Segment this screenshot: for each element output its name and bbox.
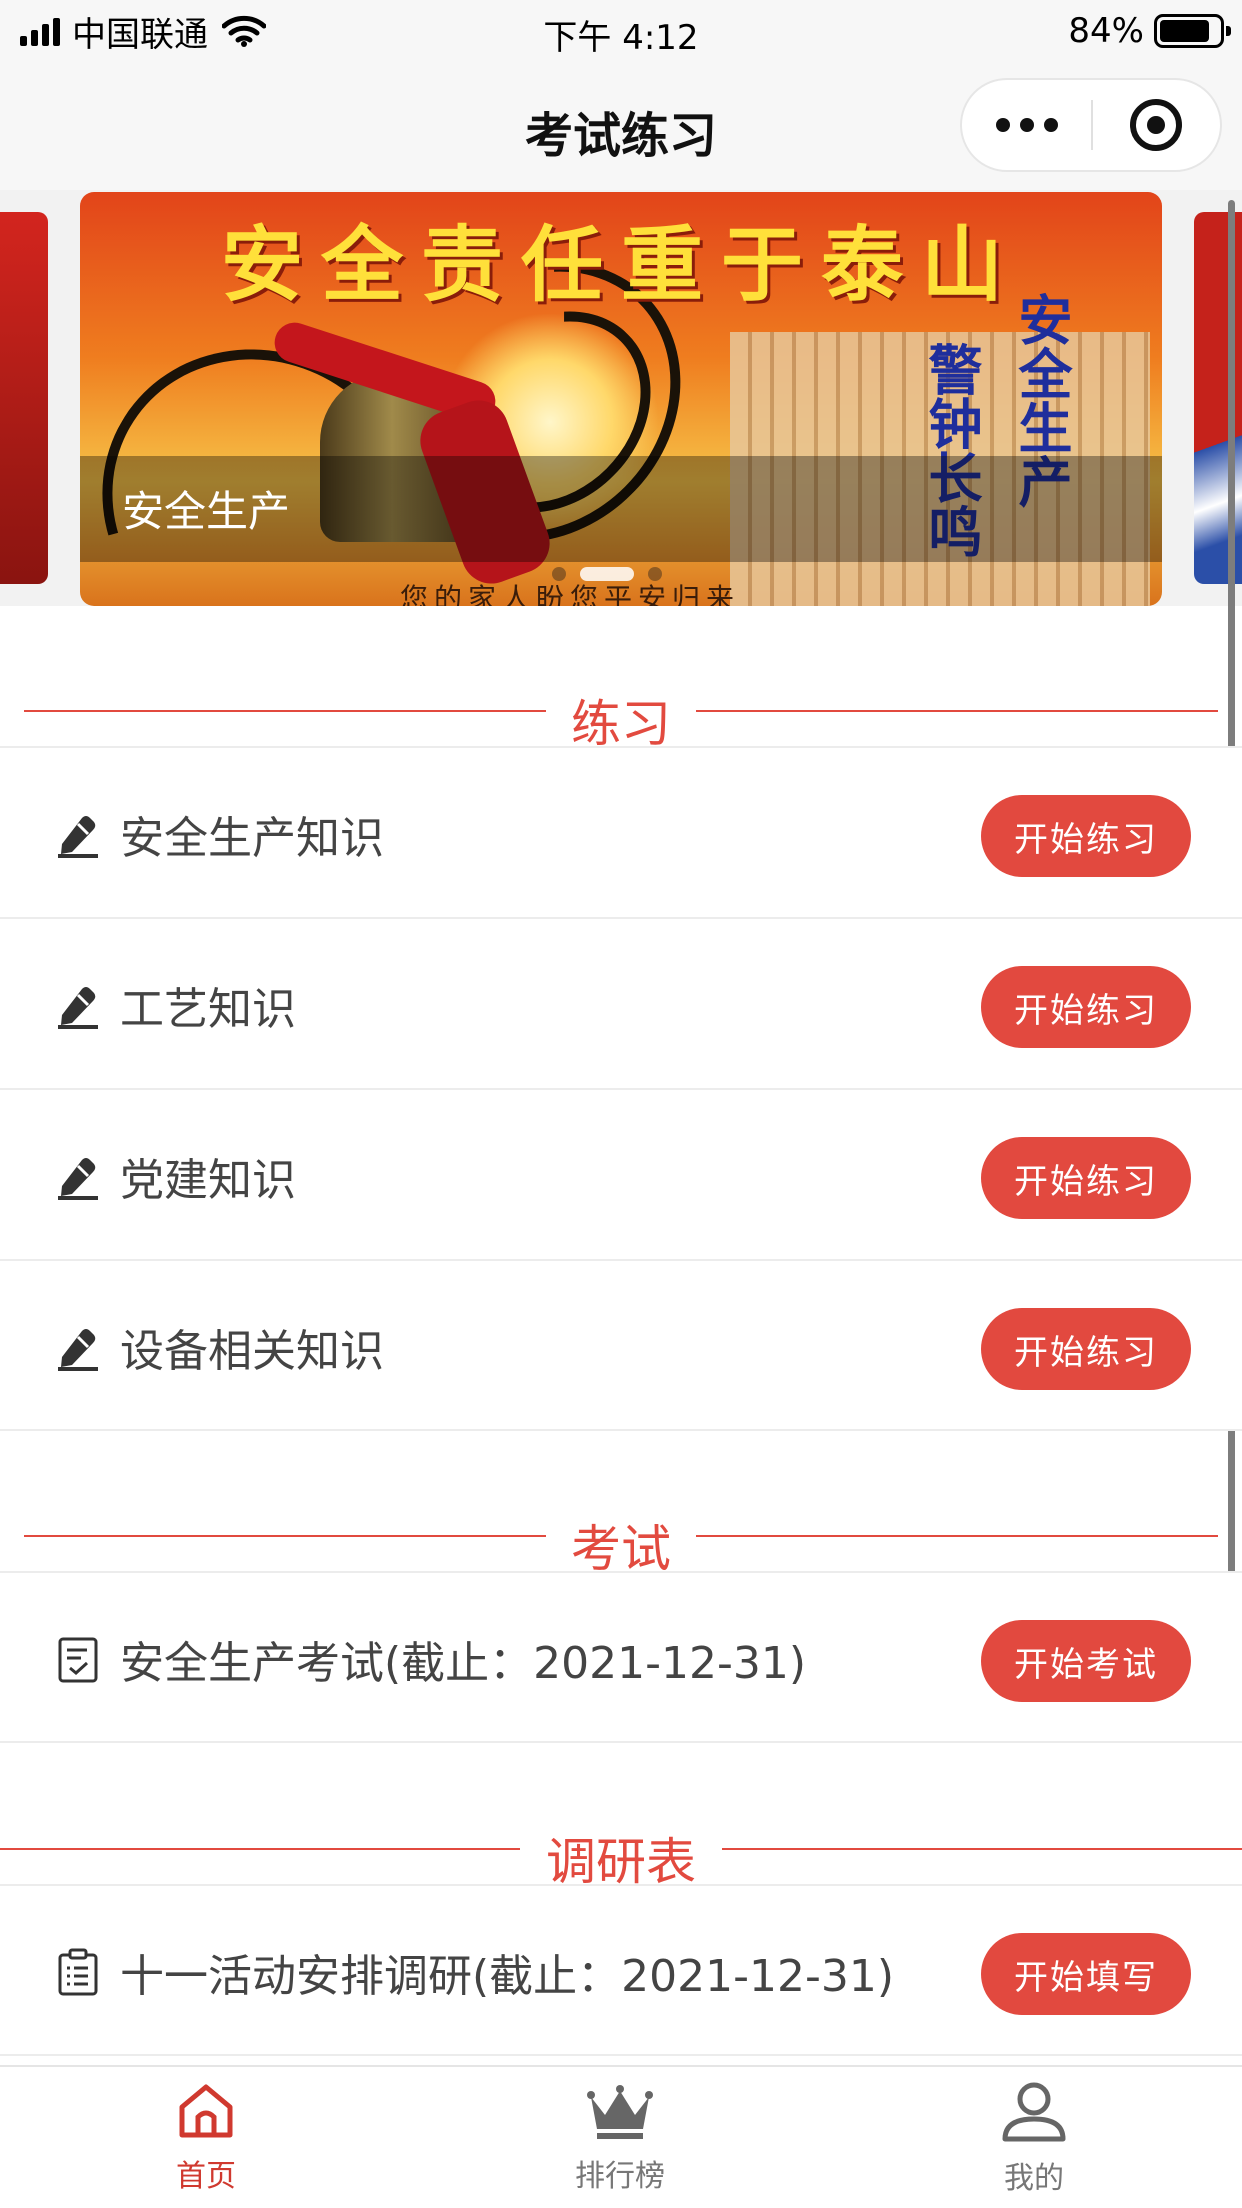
status-right: 84%: [1068, 10, 1231, 52]
start-survey-button[interactable]: 开始填写: [981, 1933, 1191, 2015]
user-icon: [1002, 2082, 1066, 2142]
bottom-tab-bar: 首页 排行榜 我的: [0, 2065, 1242, 2208]
battery-percent: 84%: [1068, 11, 1144, 51]
section-header-exam: 考试: [0, 1505, 1242, 1578]
tab-profile-label: 我的: [1004, 2161, 1064, 2196]
tab-profile[interactable]: 我的: [934, 2081, 1134, 2197]
practice-item-label: 安全生产知识: [120, 813, 384, 864]
home-icon: [179, 2084, 233, 2138]
banner-caption-strip: 安全生产: [80, 456, 1162, 562]
section-header-survey: 调研表: [0, 1818, 1242, 1891]
survey-clipboard-icon: [58, 1948, 98, 1996]
exam-checklist-icon: [58, 1637, 98, 1683]
start-practice-button[interactable]: 开始练习: [981, 795, 1191, 877]
carousel-dot-active[interactable]: [580, 567, 634, 581]
carousel-indicator: [552, 567, 662, 581]
battery-fill: [1160, 20, 1209, 42]
exam-item-label: 安全生产考试(截止：2021-12-31): [120, 1638, 807, 1689]
section-header-practice: 练习: [0, 680, 1242, 753]
more-options-button[interactable]: [962, 118, 1091, 132]
practice-item: 党建知识 开始练习: [0, 1088, 1242, 1260]
banner-slide[interactable]: 安全责任重于泰山 安全生产 警钟长鸣 安全生产 您的家人盼您平安归来: [80, 192, 1162, 606]
start-exam-button[interactable]: 开始考试: [981, 1620, 1191, 1702]
more-dot-icon: [995, 118, 1010, 132]
edit-icon: [58, 987, 98, 1029]
target-icon: [1130, 99, 1183, 151]
practice-item-label: 工艺知识: [120, 984, 296, 1035]
edit-icon: [58, 1329, 98, 1371]
edit-icon: [58, 1158, 98, 1200]
tab-ranking[interactable]: 排行榜: [520, 2081, 720, 2195]
start-practice-button[interactable]: 开始练习: [981, 1308, 1191, 1390]
battery-icon: [1154, 14, 1231, 48]
tab-ranking-label: 排行榜: [575, 2159, 665, 2194]
banner-caption: 安全生产: [122, 487, 291, 536]
edit-icon: [58, 816, 98, 858]
close-miniprogram-button[interactable]: [1093, 99, 1220, 151]
exam-item: 安全生产考试(截止：2021-12-31) 开始考试: [0, 1571, 1242, 1743]
nav-bar: 考试练习: [0, 62, 1242, 190]
status-time: 下午 4:12: [543, 18, 699, 58]
start-practice-button[interactable]: 开始练习: [981, 966, 1191, 1048]
more-dot-icon: [1043, 118, 1058, 132]
survey-item-label: 十一活动安排调研(截止：2021-12-31): [120, 1951, 895, 2002]
status-bar: 中国联通 下午 4:12 84%: [0, 0, 1242, 62]
practice-item: 安全生产知识 开始练习: [0, 746, 1242, 918]
banner-bottom-text: 您的家人盼您平安归来: [400, 582, 741, 606]
banner-carousel[interactable]: 安全责任重于泰山 安全生产 警钟长鸣 安全生产 您的家人盼您平安归来: [0, 190, 1242, 606]
prev-slide-preview[interactable]: [0, 212, 48, 584]
practice-item: 设备相关知识 开始练习: [0, 1259, 1242, 1431]
survey-item: 十一活动安排调研(截止：2021-12-31) 开始填写: [0, 1884, 1242, 2056]
practice-item-label: 党建知识: [120, 1155, 296, 1206]
banner-headline: 安全责任重于泰山: [220, 217, 1021, 313]
practice-item-label: 设备相关知识: [120, 1326, 384, 1377]
crown-icon: [587, 2085, 653, 2139]
tab-home-label: 首页: [176, 2159, 236, 2194]
carousel-dot[interactable]: [648, 567, 662, 581]
menu-capsule: [960, 78, 1222, 172]
tab-home[interactable]: 首页: [106, 2081, 306, 2195]
practice-item: 工艺知识 开始练习: [0, 917, 1242, 1089]
more-dot-icon: [1019, 118, 1034, 132]
start-practice-button[interactable]: 开始练习: [981, 1137, 1191, 1219]
carousel-dot[interactable]: [552, 567, 566, 581]
